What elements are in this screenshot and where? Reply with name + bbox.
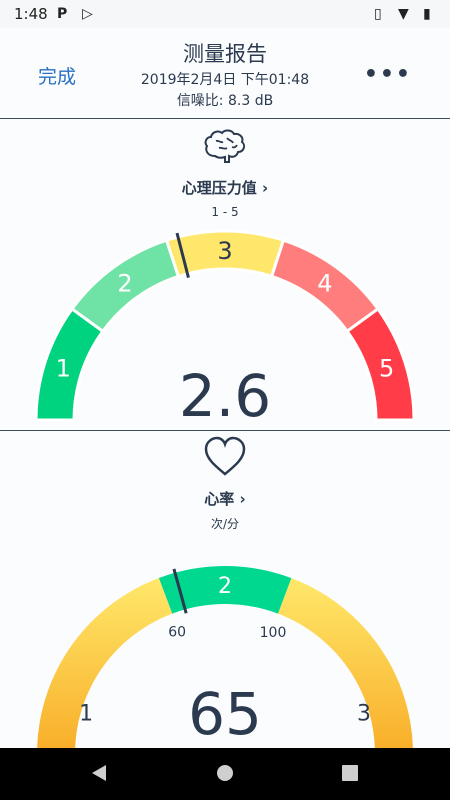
parking-icon: P [57,6,68,22]
more-options-button[interactable]: ••• [364,62,412,87]
vibrate-icon: ▯ [374,6,382,22]
heart-icon [0,434,450,484]
heart-threshold-low: 60 [168,625,186,641]
home-icon[interactable] [214,762,236,784]
play-store-icon: ▷ [82,6,93,22]
section-divider [0,430,450,431]
heart-threshold-high: 100 [260,625,287,641]
heart-rate-value: 65 [188,680,262,748]
stress-label[interactable]: 心理压力值 › [0,177,450,198]
status-bar: 1:48 P ▷ ▯ ▼ ▮ [0,0,450,28]
status-time: 1:48 [14,5,48,23]
snr-value: 信噪比: 8.3 dB [176,93,274,109]
back-icon[interactable] [88,762,110,784]
stress-segment-label-2: 2 [117,269,132,297]
report-header: 完成 测量报告 2019年2月4日 下午01:48 信噪比: 8.3 dB ••… [0,28,450,118]
heart-rate-unit: 次/分 [210,517,240,531]
stress-segment-label-4: 4 [317,269,332,297]
header-divider [0,118,450,119]
stress-range: 1 - 5 [211,205,239,219]
stress-value: 2.6 [178,362,272,430]
wifi-icon: ▼ [398,6,409,22]
stress-segment-label-3: 3 [217,237,232,265]
system-nav-bar [0,748,450,800]
heart-zone-2-label: 2 [218,574,232,599]
brain-icon [0,126,450,170]
heart-rate-label[interactable]: 心率 › [0,488,450,509]
battery-icon: ▮ [423,6,431,22]
recents-icon[interactable] [339,762,361,784]
